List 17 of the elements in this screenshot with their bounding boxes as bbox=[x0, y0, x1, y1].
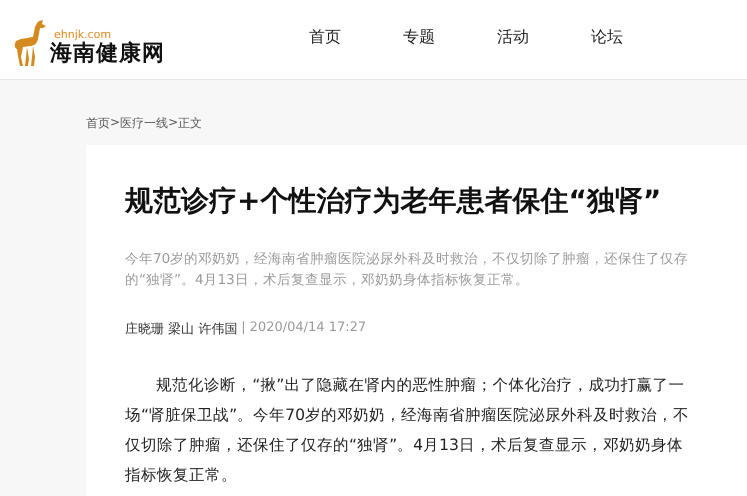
breadcrumb-link[interactable]: 医疗一线 bbox=[120, 115, 168, 132]
article-date: 2020/04/14 17:27 bbox=[250, 320, 366, 337]
nav-link[interactable]: 首页 bbox=[309, 27, 347, 48]
breadcrumb-separator: > bbox=[110, 115, 120, 131]
meta-separator: | bbox=[241, 320, 246, 337]
breadcrumb-link[interactable]: 首页 bbox=[86, 115, 110, 132]
article-paragraph: 规范化诊断，“揪”出了隐藏在肾内的恶性肿瘤；个体化治疗，成功打赢了一场“肾脏保卫战”。今年70岁的邓奶奶，经海南省肿瘤医院泌尿外科及时救治，不仅切除了肿瘤，还保住了仅存的“独肾”。4月13日，术后复查显示，邓奶奶身体指标恢复正常。 bbox=[125, 375, 690, 486]
article-authors: 庄晓珊 梁山 许伟国 bbox=[125, 321, 238, 338]
logo-text[interactable]: 海南健康网 bbox=[50, 40, 165, 66]
article-summary: 今年70岁的邓奶奶，经海南省肿瘤医院泌尿外科及时救治，不仅切除了肿瘤，还保住了仅存的“独肾”。4月13日，术后复查显示，邓奶奶身体指标恢复正常。 bbox=[125, 250, 690, 290]
logo-domain: ehnjk.com bbox=[54, 28, 112, 40]
nav-link[interactable]: 论坛 bbox=[591, 27, 629, 48]
breadcrumb-link[interactable]: 正文 bbox=[178, 115, 202, 132]
breadcrumb-separator: > bbox=[168, 115, 178, 131]
nav-link[interactable]: 专题 bbox=[403, 27, 441, 48]
article-title: 规范诊疗+个性治疗为老年患者保住“独肾” bbox=[125, 183, 662, 219]
nav-link[interactable]: 活动 bbox=[497, 27, 535, 48]
